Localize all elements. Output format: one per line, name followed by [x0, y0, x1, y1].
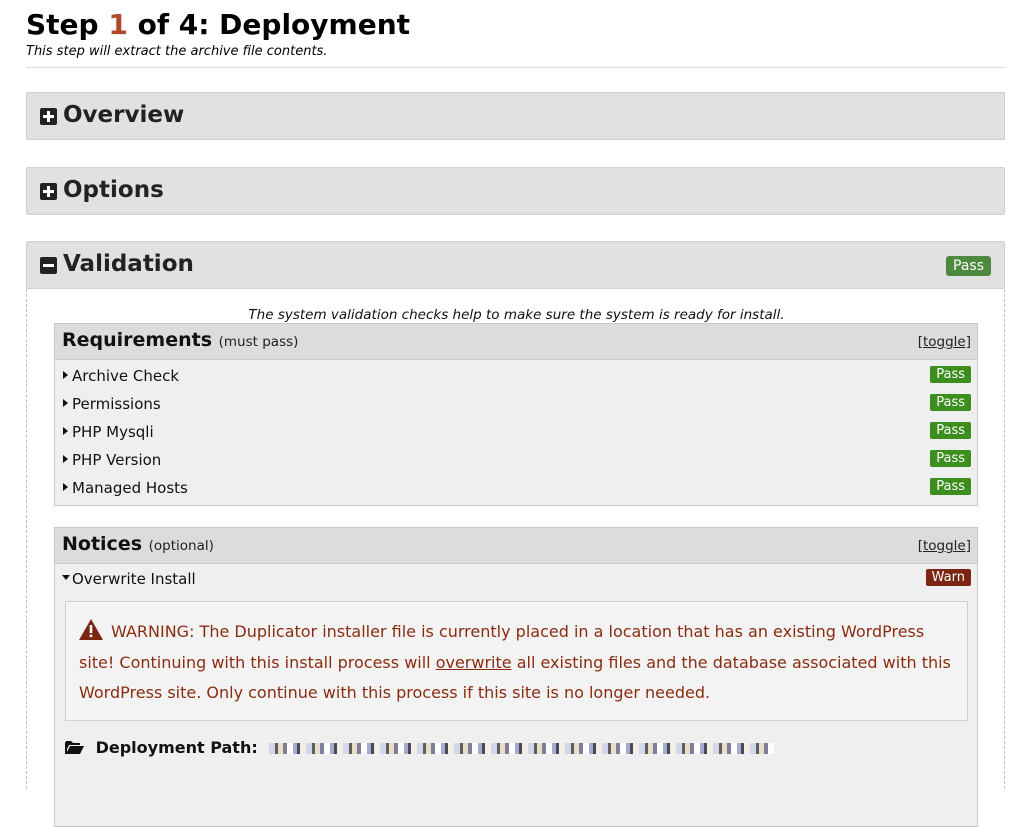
section-options-label: Options [63, 177, 164, 203]
warning-box: WARNING: The Duplicator installer file i… [65, 601, 968, 721]
folder-open-icon [65, 741, 84, 754]
requirement-label: Permissions [72, 395, 161, 413]
divider [26, 67, 1005, 68]
requirement-label: Managed Hosts [72, 479, 188, 497]
caret-down-icon [62, 575, 70, 580]
requirement-label: Archive Check [72, 367, 180, 385]
caret-right-icon [63, 427, 68, 435]
notice-label: Overwrite Install [72, 570, 196, 588]
section-options-header[interactable]: Options [26, 167, 1005, 215]
warn-badge: Warn [925, 569, 971, 586]
deployment-path-row: Deployment Path: [65, 738, 775, 757]
requirements-panel: Requirements (must pass) [toggle] Archiv… [54, 323, 978, 506]
section-validation-label: Validation [63, 251, 194, 277]
section-validation-header[interactable]: Validation Pass [26, 241, 1005, 289]
requirement-row-php-version[interactable]: PHP Version Pass [55, 445, 977, 473]
page-title: Step 1 of 4: Deployment [26, 8, 410, 42]
requirements-header: Requirements (must pass) [toggle] [55, 324, 977, 360]
overwrite-emphasis: overwrite [435, 652, 512, 672]
pass-badge: Pass [930, 422, 971, 439]
notices-header: Notices (optional) [toggle] [55, 528, 977, 564]
section-overview-header[interactable]: Overview [26, 92, 1005, 140]
requirement-row-managed-hosts[interactable]: Managed Hosts Pass [55, 473, 977, 501]
requirement-row-archive-check[interactable]: Archive Check Pass [55, 361, 977, 389]
validation-intro: The system validation checks help to mak… [248, 307, 785, 323]
notices-title-text: Notices [62, 533, 143, 555]
notices-qualifier: (optional) [148, 538, 214, 554]
requirement-row-permissions[interactable]: Permissions Pass [55, 389, 977, 417]
caret-right-icon [63, 455, 68, 463]
caret-right-icon [63, 371, 68, 379]
notices-title: Notices (optional) [62, 533, 214, 555]
notice-row-overwrite-install[interactable]: Overwrite Install Warn [55, 564, 977, 592]
validation-status-badge: Pass [946, 256, 991, 276]
requirements-toggle-link[interactable]: [toggle] [918, 334, 971, 350]
page-subtitle: This step will extract the archive file … [26, 44, 328, 59]
step-prefix: Step [26, 8, 99, 41]
requirement-label: PHP Version [72, 451, 162, 469]
section-overview-label: Overview [63, 102, 185, 128]
deployment-path-value-redacted [269, 743, 775, 754]
minus-square-icon [40, 257, 57, 274]
requirements-qualifier: (must pass) [218, 334, 299, 350]
notices-panel: Notices (optional) [toggle] Overwrite In… [54, 527, 978, 827]
caret-right-icon [63, 399, 68, 407]
requirements-title-text: Requirements [62, 329, 213, 351]
requirement-label: PHP Mysqli [72, 423, 154, 441]
requirements-title: Requirements (must pass) [62, 329, 298, 351]
validation-body: The system validation checks help to mak… [26, 289, 1005, 827]
plus-square-icon [40, 183, 57, 200]
requirements-list: Archive Check Pass Permissions Pass PHP … [55, 360, 977, 501]
pass-badge: Pass [930, 366, 971, 383]
deployment-path-label: Deployment Path: [95, 738, 258, 757]
pass-badge: Pass [930, 450, 971, 467]
plus-square-icon [40, 108, 57, 125]
warning-text: WARNING: The Duplicator installer file i… [79, 617, 959, 709]
step-number: 1 [108, 8, 128, 41]
step-suffix: of 4: Deployment [137, 8, 411, 41]
pass-badge: Pass [930, 478, 971, 495]
notices-toggle-link[interactable]: [toggle] [918, 538, 971, 554]
requirement-row-php-mysqli[interactable]: PHP Mysqli Pass [55, 417, 977, 445]
caret-right-icon [63, 483, 68, 491]
pass-badge: Pass [930, 394, 971, 411]
